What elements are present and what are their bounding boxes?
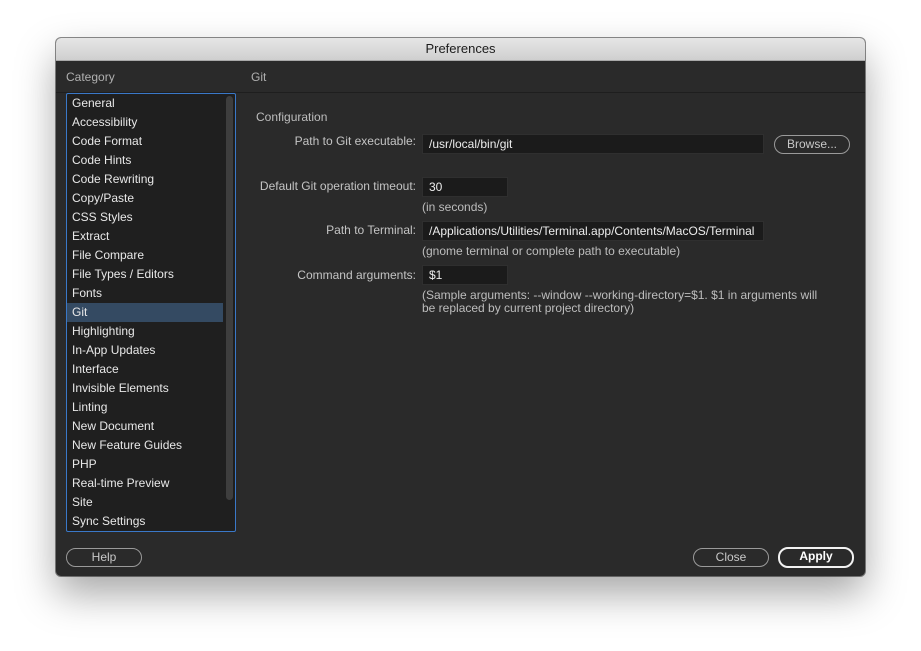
category-item-new-document[interactable]: New Document <box>67 417 223 436</box>
category-item-file-types-editors[interactable]: File Types / Editors <box>67 265 223 284</box>
args-label: Command arguments: <box>297 268 416 282</box>
window-title: Preferences <box>56 38 865 61</box>
category-item-real-time-preview[interactable]: Real-time Preview <box>67 474 223 493</box>
category-item-css-styles[interactable]: CSS Styles <box>67 208 223 227</box>
preferences-dialog: Preferences Category Git General Accessib… <box>56 38 865 576</box>
category-item-git[interactable]: Git <box>67 303 223 322</box>
category-list[interactable]: General Accessibility Code Format Code Hint… <box>66 93 236 532</box>
category-item-new-feature-guides[interactable]: New Feature Guides <box>67 436 223 455</box>
category-item-code-format[interactable]: Code Format <box>67 132 223 151</box>
apply-button[interactable]: Apply <box>778 547 854 568</box>
category-item-copy-paste[interactable]: Copy/Paste <box>67 189 223 208</box>
category-item-accessibility[interactable]: Accessibility <box>67 113 223 132</box>
timeout-label: Default Git operation timeout: <box>259 179 416 193</box>
category-item-file-compare[interactable]: File Compare <box>67 246 223 265</box>
category-item-extract[interactable]: Extract <box>67 227 223 246</box>
category-item-site[interactable]: Site <box>67 493 223 512</box>
category-item-php[interactable]: PHP <box>67 455 223 474</box>
category-item-interface[interactable]: Interface <box>67 360 223 379</box>
timeout-input[interactable]: 30 <box>422 177 508 197</box>
category-item-code-hints[interactable]: Code Hints <box>67 151 223 170</box>
panel-heading: Git <box>251 70 267 84</box>
terminal-path-input[interactable]: /Applications/Utilities/Terminal.app/Con… <box>422 221 764 241</box>
terminal-label: Path to Terminal: <box>326 223 416 237</box>
timeout-hint: (in seconds) <box>422 200 488 214</box>
args-input[interactable]: $1 <box>422 265 508 285</box>
git-path-label: Path to Git executable: <box>294 134 416 148</box>
help-button[interactable]: Help <box>66 548 142 567</box>
category-item-code-rewriting[interactable]: Code Rewriting <box>67 170 223 189</box>
category-item-highlighting[interactable]: Highlighting <box>67 322 223 341</box>
git-path-input[interactable]: /usr/local/bin/git <box>422 134 764 154</box>
category-item-linting[interactable]: Linting <box>67 398 223 417</box>
configuration-title: Configuration <box>256 110 328 124</box>
browse-button[interactable]: Browse... <box>774 135 850 154</box>
category-item-fonts[interactable]: Fonts <box>67 284 223 303</box>
terminal-hint: (gnome terminal or complete path to exec… <box>422 244 681 258</box>
args-hint-line2: be replaced by current project directory… <box>422 301 635 315</box>
category-item-sync-settings[interactable]: Sync Settings <box>67 512 223 531</box>
category-heading: Category <box>66 70 115 84</box>
close-button[interactable]: Close <box>693 548 769 567</box>
category-item-invisible-elements[interactable]: Invisible Elements <box>67 379 223 398</box>
category-scrollbar[interactable] <box>226 96 233 500</box>
category-item-general[interactable]: General <box>67 94 223 113</box>
category-item-in-app-updates[interactable]: In-App Updates <box>67 341 223 360</box>
